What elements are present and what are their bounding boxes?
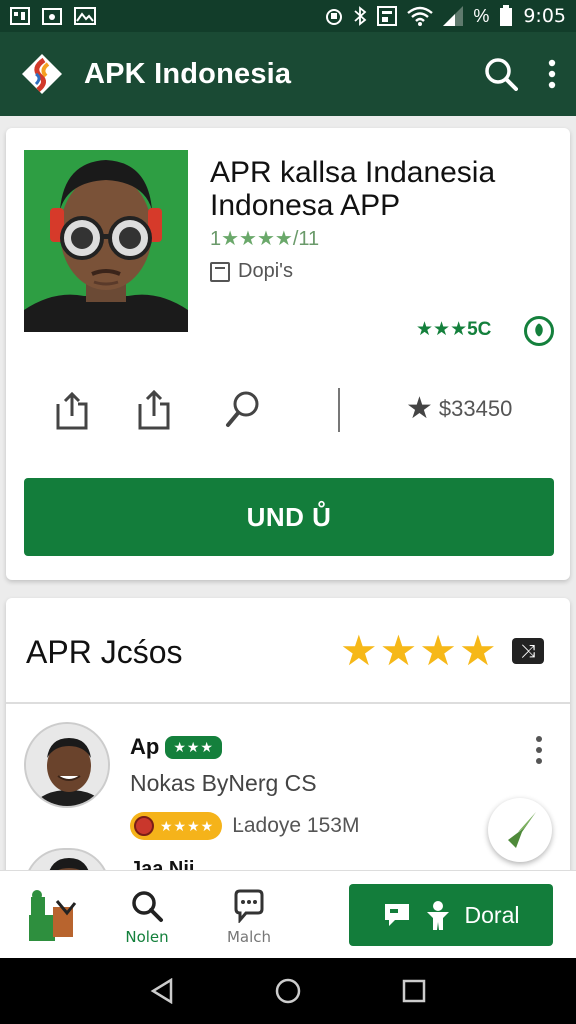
developer-icon bbox=[210, 261, 230, 282]
app-rating: 1★★★★/11 bbox=[210, 226, 319, 251]
search-app-icon[interactable] bbox=[222, 388, 262, 432]
alarm-icon bbox=[326, 9, 343, 25]
review-author-name: Ap bbox=[130, 734, 160, 759]
badge-emblem-icon bbox=[134, 816, 154, 836]
signal-icon bbox=[443, 6, 464, 26]
shuffle-icon[interactable]: ⤨ bbox=[512, 638, 544, 664]
app-logo-icon[interactable] bbox=[20, 52, 64, 96]
status-bar: % 9:05 bbox=[0, 0, 576, 32]
app-thumbnail bbox=[24, 150, 188, 332]
reviews-stars: ★★★★ bbox=[340, 627, 499, 674]
nav-search-label: Nolen bbox=[125, 928, 169, 946]
recents-icon[interactable] bbox=[402, 979, 426, 1003]
install-button[interactable]: UND Ů bbox=[24, 478, 554, 556]
status-time: 9:05 bbox=[523, 5, 566, 27]
battery-icon bbox=[500, 5, 513, 26]
donate-button[interactable]: Doral bbox=[349, 884, 553, 946]
app-price: $33450 bbox=[438, 396, 513, 421]
home-mascot-icon bbox=[29, 890, 77, 941]
review-meta: ★★★★ Ŀadoye 153M bbox=[130, 812, 359, 840]
developer-name: Dopi's bbox=[238, 260, 293, 282]
review-meta-text: Ŀadoye 153M bbox=[232, 814, 360, 837]
more-vert-icon[interactable] bbox=[548, 59, 556, 89]
search-icon[interactable] bbox=[484, 57, 518, 91]
message-icon bbox=[384, 904, 409, 926]
battery-percent: % bbox=[473, 5, 490, 26]
photo-icon bbox=[74, 7, 96, 25]
person-icon bbox=[426, 901, 449, 930]
app-title: APK Indonesia bbox=[84, 57, 292, 90]
bluetooth-icon bbox=[354, 6, 367, 26]
nav-home[interactable] bbox=[22, 871, 84, 959]
reviews-divider bbox=[6, 702, 570, 704]
donate-label: Doral bbox=[464, 901, 520, 928]
green-rating: ★★★5C bbox=[416, 319, 492, 340]
share-icon[interactable] bbox=[52, 388, 92, 432]
review-meta-stars: ★★★★ bbox=[160, 817, 215, 834]
camera-icon bbox=[42, 8, 62, 25]
rating-suffix: /11 bbox=[292, 228, 320, 250]
app-name: APR kallsa Indanesia Indonesa APP bbox=[210, 156, 496, 222]
reviews-card: APR Jcśos ★★★★ ⤨ Ap ★★★ Nokas ByNerg CS … bbox=[6, 598, 570, 888]
nav-search[interactable]: Nolen bbox=[118, 871, 176, 959]
system-nav-bar bbox=[0, 958, 576, 1024]
image-icon bbox=[10, 7, 30, 25]
review-author: Ap ★★★ bbox=[130, 734, 222, 760]
price-row: ★ $33450 bbox=[406, 392, 513, 425]
chat-icon bbox=[234, 889, 264, 925]
upload-icon[interactable] bbox=[134, 388, 174, 432]
search-icon bbox=[132, 891, 163, 922]
review-subtitle: Nokas ByNerg CS bbox=[130, 770, 317, 796]
rating-stars: ★★★★ bbox=[221, 228, 293, 250]
nav-match-label: Malch bbox=[226, 928, 272, 946]
action-row: ★ $33450 bbox=[46, 388, 546, 432]
app-detail-card: APR kallsa Indanesia Indonesa APP 1★★★★/… bbox=[6, 128, 570, 580]
bottom-nav: Nolen Malch Doral bbox=[0, 870, 576, 958]
review-rating-badge: ★★★★ bbox=[130, 812, 223, 840]
review-badge: ★★★ bbox=[165, 735, 222, 759]
rating-prefix: 1 bbox=[210, 228, 222, 250]
back-icon[interactable] bbox=[150, 978, 174, 1004]
developer-row[interactable]: Dopi's bbox=[210, 260, 293, 283]
home-icon[interactable] bbox=[274, 977, 302, 1005]
app-bar: APK Indonesia bbox=[0, 32, 576, 116]
nav-match[interactable]: Malch bbox=[218, 871, 280, 959]
review-more-icon[interactable] bbox=[536, 736, 542, 764]
star-icon: ★ bbox=[406, 392, 433, 425]
wifi-icon bbox=[407, 6, 434, 26]
compass-icon[interactable] bbox=[524, 316, 554, 346]
action-divider bbox=[338, 388, 340, 432]
compass-fab[interactable] bbox=[488, 798, 552, 862]
reviews-title: APR Jcśos bbox=[26, 634, 183, 670]
nfc-icon bbox=[377, 6, 398, 26]
avatar[interactable] bbox=[24, 722, 110, 808]
